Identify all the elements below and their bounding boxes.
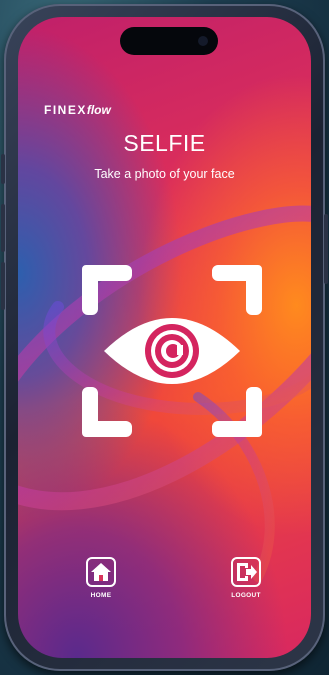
front-camera	[198, 36, 208, 46]
logo-main-text: FINEX	[44, 103, 87, 117]
logout-icon	[231, 557, 261, 587]
volume-up-button	[1, 204, 5, 252]
logout-label: LOGOUT	[231, 592, 261, 599]
page-title: SELFIE	[123, 130, 206, 156]
mute-switch	[1, 154, 5, 184]
page-subtitle: Take a photo of your face	[94, 167, 235, 181]
eye-scan-icon[interactable]	[82, 265, 262, 437]
power-button	[324, 214, 328, 284]
logout-button[interactable]: LOGOUT	[216, 557, 276, 599]
phone-frame: FINEXflow SELFIE Take a photo of your fa…	[1, 4, 328, 671]
home-icon	[86, 557, 116, 587]
brand-logo: FINEXflow	[44, 103, 111, 117]
logo-accent-text: flow	[86, 103, 111, 117]
dynamic-island	[120, 27, 218, 55]
volume-down-button	[1, 262, 5, 310]
home-label: HOME	[90, 592, 112, 599]
app-screen: FINEXflow SELFIE Take a photo of your fa…	[18, 17, 311, 658]
home-button[interactable]: HOME	[71, 557, 131, 599]
phone-mockup-background: FINEXflow SELFIE Take a photo of your fa…	[0, 0, 329, 675]
